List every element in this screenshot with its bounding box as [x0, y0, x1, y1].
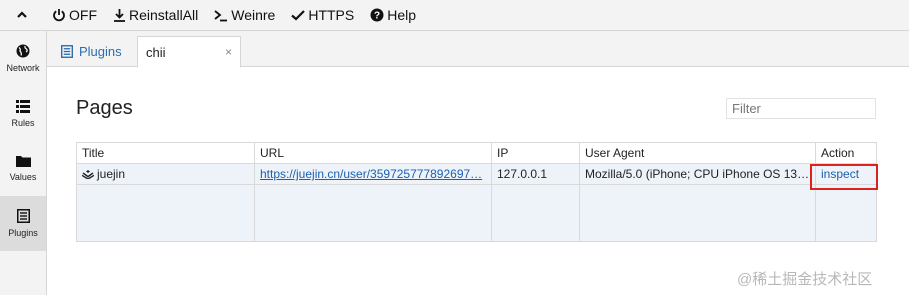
watermark: @稀土掘金技术社区 [737, 271, 873, 288]
juejin-logo-icon [81, 170, 95, 180]
tab-bar: Plugins chii × [47, 31, 909, 68]
sidebar-item-label: Network [6, 63, 40, 73]
https-button[interactable]: HTTPS [283, 0, 362, 31]
page-title-text: juejin [97, 167, 126, 182]
column-header-title[interactable]: Title [76, 142, 255, 164]
power-icon [53, 9, 65, 22]
table-empty-row [76, 184, 877, 242]
plugin-list-icon [16, 209, 30, 223]
reinstall-all-button[interactable]: ReinstallAll [105, 0, 206, 31]
sidebar-item-label: Rules [11, 117, 35, 128]
cell-url: https://juejin.cn/user/359725777892697… [254, 162, 492, 186]
https-label: HTTPS [308, 7, 355, 23]
tab-label: chii [146, 44, 166, 60]
check-icon [291, 10, 306, 21]
sidebar-item-plugins[interactable]: Plugins [0, 196, 46, 251]
tab-chii[interactable]: chii × [137, 36, 241, 68]
column-header-url[interactable]: URL [254, 142, 492, 164]
inspect-highlight-box [810, 164, 878, 190]
sidebar-item-values[interactable]: Values [0, 141, 46, 196]
help-button[interactable]: ? Help [362, 0, 424, 31]
help-label: Help [387, 7, 417, 23]
help-icon: ? [370, 8, 384, 22]
svg-text:?: ? [374, 11, 380, 22]
table-row[interactable]: juejin https://juejin.cn/user/3597257778… [76, 162, 877, 186]
reinstall-all-label: ReinstallAll [129, 7, 199, 23]
tab-plugins[interactable]: Plugins [53, 36, 130, 67]
off-button[interactable]: OFF [44, 0, 105, 31]
column-header-user-agent[interactable]: User Agent [579, 142, 816, 164]
pages-table: Title URL IP User Agent Action juejin ht… [76, 142, 877, 242]
folder-icon [15, 156, 31, 167]
cell-title: juejin [76, 162, 255, 186]
sidebar-item-rules[interactable]: Rules [0, 86, 46, 141]
column-header-action[interactable]: Action [815, 142, 877, 164]
sidebar-item-network[interactable]: Network [0, 31, 46, 86]
column-header-ip[interactable]: IP [491, 142, 580, 164]
weinre-label: Weinre [231, 7, 276, 23]
cell-user-agent: Mozilla/5.0 (iPhone; CPU iPhone OS 13… [579, 162, 816, 186]
list-icon [16, 99, 30, 113]
sidebar-item-label: Values [9, 172, 37, 182]
chevron-up-icon [17, 11, 27, 18]
filter-input[interactable] [726, 98, 876, 119]
sidebar-item-label: Plugins [8, 228, 38, 238]
table-header-row: Title URL IP User Agent Action [76, 142, 877, 164]
tab-label: Plugins [79, 44, 122, 59]
off-label: OFF [69, 7, 97, 23]
cell-ip: 127.0.0.1 [491, 162, 580, 186]
weinre-button[interactable]: Weinre [206, 0, 283, 31]
plugin-list-icon [61, 45, 73, 58]
top-toolbar: OFF ReinstallAll Weinre HTTPS ? Help [0, 0, 909, 31]
page-url-link[interactable]: https://juejin.cn/user/359725777892697… [260, 167, 482, 181]
download-icon [114, 9, 125, 22]
globe-icon [16, 44, 30, 58]
left-sidebar: Network Rules Values Plugins [0, 31, 47, 295]
collapse-button[interactable] [0, 0, 44, 31]
terminal-icon [214, 10, 228, 22]
close-icon[interactable]: × [225, 45, 232, 59]
page-title: Pages [76, 97, 133, 119]
